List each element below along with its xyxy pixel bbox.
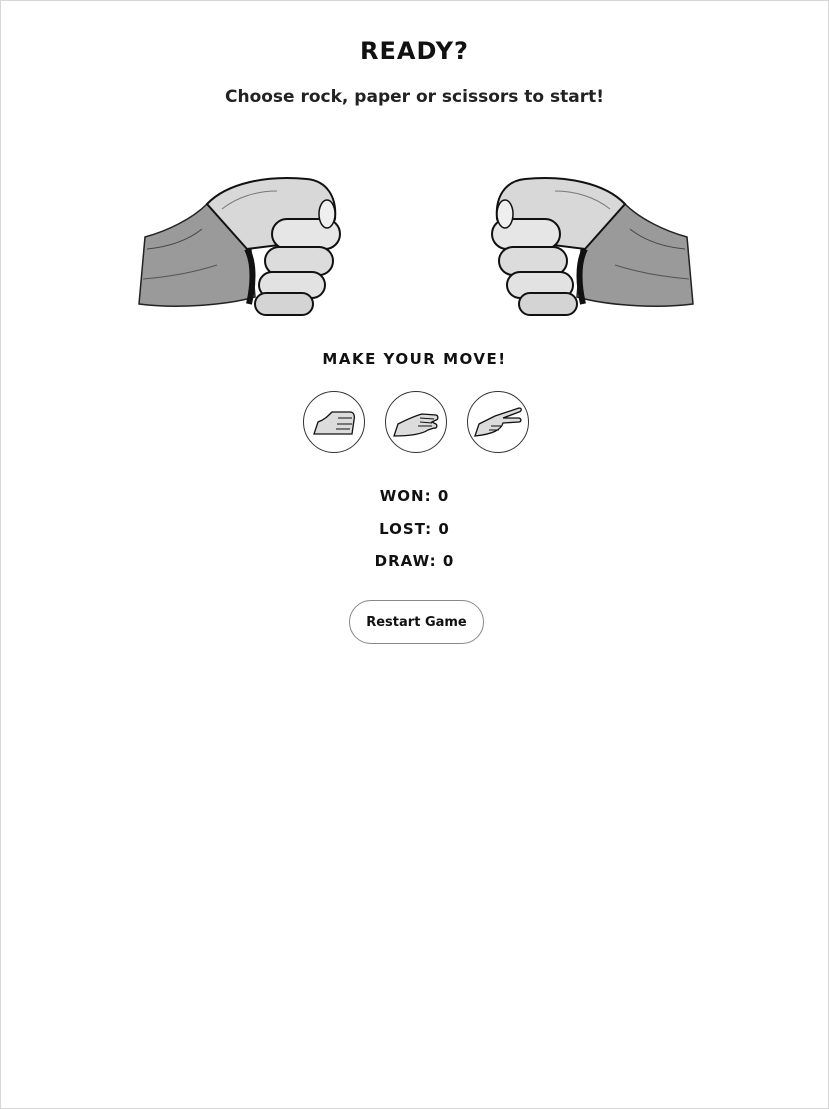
rock-button[interactable] <box>303 391 365 453</box>
computer-fist-icon <box>491 177 694 316</box>
game-title: READY? <box>360 37 469 65</box>
player-fist-icon <box>138 177 341 316</box>
draw-score: DRAW: 0 <box>1 552 828 570</box>
draw-value: 0 <box>442 552 455 570</box>
paper-button[interactable] <box>385 391 447 453</box>
rock-hand-icon <box>313 411 356 435</box>
game-instructions: Choose rock, paper or scissors to start! <box>224 87 604 107</box>
lost-label: LOST: <box>379 520 433 538</box>
game-container: READY? Choose rock, paper or scissors to… <box>0 0 829 1109</box>
scissors-button[interactable] <box>467 391 529 453</box>
won-score: WON: 0 <box>1 487 828 505</box>
won-value: 0 <box>437 487 450 505</box>
scissors-hand-icon <box>474 407 522 437</box>
restart-game-button[interactable]: Restart Game <box>349 600 484 644</box>
lost-value: 0 <box>438 520 450 538</box>
won-label: WON: <box>379 487 432 505</box>
paper-hand-icon <box>393 413 439 437</box>
lost-score: LOST: 0 <box>1 520 828 538</box>
draw-label: DRAW: <box>374 552 437 570</box>
move-prompt: MAKE YOUR MOVE! <box>322 350 507 368</box>
